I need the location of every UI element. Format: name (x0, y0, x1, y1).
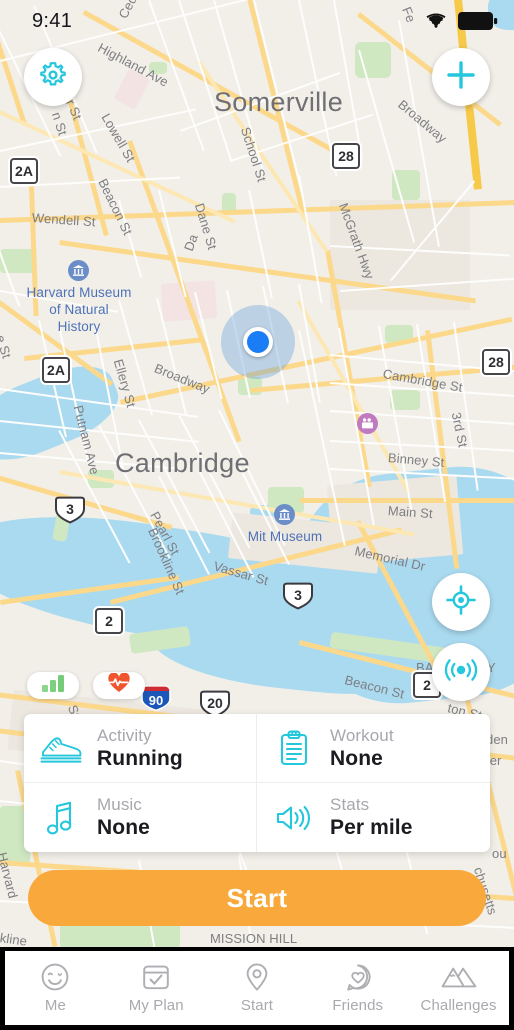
tab-friends[interactable]: Friends (307, 951, 408, 1025)
option-label: Music (97, 795, 142, 814)
chat-heart-icon (343, 962, 373, 992)
option-value: None (97, 816, 150, 839)
movie-icon[interactable] (357, 413, 378, 434)
tab-my-plan[interactable]: My Plan (106, 951, 207, 1025)
add-button[interactable] (432, 48, 490, 106)
settings-button[interactable] (24, 48, 82, 106)
museum-icon[interactable] (68, 260, 89, 281)
smiley-face-icon (40, 962, 70, 992)
street-label: Wendell St (31, 210, 97, 230)
live-tracking-button[interactable] (432, 643, 490, 701)
plus-icon (445, 59, 477, 96)
street-label: Lowell St (98, 110, 139, 165)
tab-label: Start (240, 997, 274, 1014)
gps-signal-bars-icon (40, 674, 66, 697)
status-bar-clock: 9:41 (32, 10, 73, 32)
gear-icon (37, 59, 69, 96)
route-shield: 28 (482, 349, 510, 375)
street-label: School St (237, 125, 270, 184)
option-label: Stats (330, 795, 370, 814)
road-minor (453, 322, 479, 491)
music-note-icon (38, 796, 84, 840)
road-minor (248, 190, 273, 298)
status-bar: 9:41 (0, 0, 514, 40)
option-value: Per mile (330, 816, 413, 839)
tab-start[interactable]: Start (207, 951, 308, 1025)
option-label: Workout (330, 725, 394, 745)
tab-label: Friends (332, 997, 384, 1014)
route-shield: 28 (332, 143, 360, 169)
option-value: None (330, 746, 383, 770)
street-label: e St (0, 333, 15, 361)
route-shield: 2A (42, 357, 70, 383)
location-pin-icon (242, 962, 272, 992)
heart-rate-icon (108, 672, 130, 698)
street-label: kline (0, 930, 29, 947)
route-shield: 2A (10, 158, 38, 184)
bottom-tab-bar: Me My Plan Start Friends Challenges (5, 951, 509, 1025)
running-app-screen: CedarHighland Avemmer Stn StLowell StBro… (0, 0, 514, 1030)
mountains-icon (441, 962, 477, 992)
wifi-icon (426, 13, 446, 33)
city-label: Somerville (214, 87, 344, 117)
tab-challenges[interactable]: Challenges (408, 951, 509, 1025)
road-major (300, 498, 514, 503)
option-cell-stats[interactable]: Stats Per mile (257, 783, 490, 852)
route-shield: 3 (281, 582, 315, 610)
clipboard-icon (271, 726, 317, 770)
route-shield: 3 (53, 496, 87, 524)
option-cell-activity[interactable]: Activity Running (24, 714, 257, 783)
start-button[interactable]: Start (28, 870, 486, 926)
live-broadcast-icon (442, 654, 480, 691)
city-label: Cambridge (115, 448, 250, 478)
heart-rate-badge[interactable] (93, 672, 145, 699)
street-label: Da (180, 232, 201, 254)
gps-signal-badge[interactable] (27, 672, 79, 699)
option-value: Running (97, 746, 183, 770)
street-label: Broadway (395, 96, 450, 146)
tab-label: My Plan (128, 997, 184, 1014)
museum-icon[interactable] (274, 504, 295, 525)
speaker-volume-icon (271, 796, 317, 840)
workout-options-card: Activity Running Workout None Music None… (24, 714, 490, 852)
tab-me[interactable]: Me (5, 951, 106, 1025)
poi-label: Mit Museum (247, 529, 323, 544)
road-minor (329, 440, 514, 452)
road-minor (0, 108, 196, 152)
locate-me-button[interactable] (432, 573, 490, 631)
battery-full-icon (458, 12, 498, 35)
option-cell-workout[interactable]: Workout None (257, 714, 490, 783)
route-shield: 2 (95, 608, 123, 634)
option-cell-music[interactable]: Music None (24, 783, 257, 852)
tab-label: Me (44, 997, 66, 1014)
option-label: Activity (97, 725, 152, 745)
park-patch (390, 390, 420, 410)
current-location-dot (243, 327, 273, 357)
street-label: MISSION HILL (210, 931, 298, 946)
running-shoe-icon (38, 726, 84, 770)
street-label: Main St (387, 503, 434, 522)
crosshair-locate-icon (445, 584, 477, 621)
checkbox-calendar-icon (141, 962, 171, 992)
street-label: ou (492, 846, 507, 861)
poi-label: Harvard Museum of Natural History (26, 285, 132, 334)
tab-label: Challenges (420, 997, 497, 1014)
